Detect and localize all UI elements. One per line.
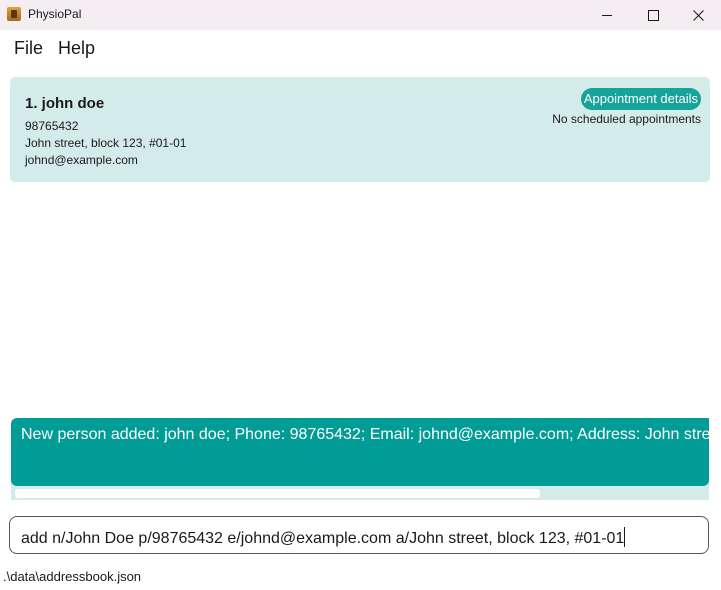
- person-phone: 98765432: [25, 119, 79, 133]
- minimize-icon: [602, 14, 612, 16]
- appointment-status: No scheduled appointments: [552, 112, 701, 126]
- window-title: PhysioPal: [28, 7, 82, 21]
- physiopal-app-icon: [7, 7, 21, 21]
- text-caret: [624, 527, 626, 547]
- title-bar[interactable]: PhysioPal: [0, 0, 721, 30]
- result-display-panel: New person added: john doe; Phone: 98765…: [11, 418, 709, 500]
- menu-bar: File Help: [0, 30, 721, 66]
- app-window: PhysioPal File Help 1. john doe 98765432…: [0, 0, 721, 590]
- person-card[interactable]: 1. john doe 98765432 John street, block …: [10, 77, 710, 182]
- command-input[interactable]: add n/John Doe p/98765432 e/johnd@exampl…: [9, 516, 709, 554]
- minimize-button[interactable]: [584, 0, 630, 30]
- menu-file[interactable]: File: [14, 38, 43, 59]
- command-input-value: add n/John Doe p/98765432 e/johnd@exampl…: [21, 527, 626, 548]
- result-display: New person added: john doe; Phone: 98765…: [11, 418, 709, 486]
- close-icon: [692, 9, 704, 21]
- person-name: 1. john doe: [25, 95, 105, 112]
- appointment-details-button[interactable]: Appointment details: [580, 88, 701, 110]
- command-value-text: add n/John Doe p/98765432 e/johnd@exampl…: [21, 530, 625, 547]
- close-button[interactable]: [675, 0, 721, 30]
- result-horizontal-scrollbar[interactable]: [15, 489, 540, 498]
- menu-help[interactable]: Help: [58, 38, 95, 59]
- result-message: New person added: john doe; Phone: 98765…: [21, 426, 709, 443]
- person-address: John street, block 123, #01-01: [25, 136, 187, 150]
- person-email: johnd@example.com: [25, 153, 138, 167]
- maximize-button[interactable]: [630, 0, 676, 30]
- status-bar-file-path: .\data\addressbook.json: [3, 569, 142, 584]
- maximize-icon: [647, 9, 659, 21]
